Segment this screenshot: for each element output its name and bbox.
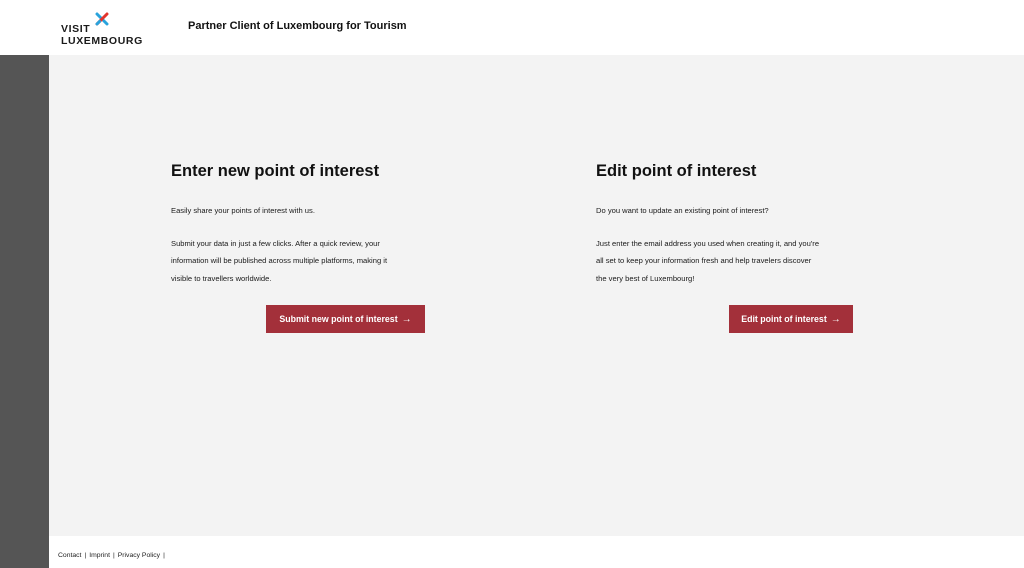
edit-poi-title: Edit point of interest (596, 162, 757, 180)
logo-cross-icon (95, 12, 109, 26)
edit-poi-button[interactable]: Edit point of interest → (729, 305, 853, 333)
logo-text-visit: VISIT (61, 23, 91, 35)
left-sidebar (0, 55, 49, 568)
footer-separator: | (112, 552, 115, 559)
footer-separator: | (84, 552, 87, 559)
new-poi-body-line: Submit your data in just a few clicks. A… (171, 239, 380, 248)
footer-separator: | (163, 552, 165, 559)
edit-poi-label: Edit point of interest (741, 314, 827, 324)
edit-poi-body-line: the very best of Luxembourg! (596, 274, 695, 283)
edit-poi-body-line: all set to keep your information fresh a… (596, 256, 812, 265)
new-poi-body-line: visible to travellers worldwide. (171, 274, 272, 283)
footer: Contact | Imprint | Privacy Policy | (49, 536, 1024, 568)
footer-link-imprint[interactable]: Imprint (89, 552, 110, 559)
edit-poi-intro: Do you want to update an existing point … (596, 206, 769, 215)
header: VISIT LUXEMBOURG Partner Client of Luxem… (0, 0, 1024, 55)
main-content: Enter new point of interest Easily share… (49, 55, 1024, 536)
visit-luxembourg-logo[interactable]: VISIT LUXEMBOURG (60, 12, 150, 47)
header-title: Partner Client of Luxembourg for Tourism (188, 20, 407, 32)
submit-new-poi-label: Submit new point of interest (279, 314, 398, 324)
arrow-right-icon: → (830, 313, 841, 325)
arrow-right-icon: → (401, 313, 412, 325)
footer-link-privacy-policy[interactable]: Privacy Policy (118, 552, 160, 559)
new-poi-intro: Easily share your points of interest wit… (171, 206, 315, 215)
edit-poi-body-line: Just enter the email address you used wh… (596, 239, 820, 248)
footer-links: Contact | Imprint | Privacy Policy | (58, 552, 165, 559)
new-poi-title: Enter new point of interest (171, 162, 380, 180)
submit-new-poi-button[interactable]: Submit new point of interest → (266, 305, 425, 333)
logo-text-luxembourg: LUXEMBOURG (61, 35, 143, 47)
footer-link-contact[interactable]: Contact (58, 552, 81, 559)
new-poi-body-line: information will be published across mul… (171, 256, 388, 265)
